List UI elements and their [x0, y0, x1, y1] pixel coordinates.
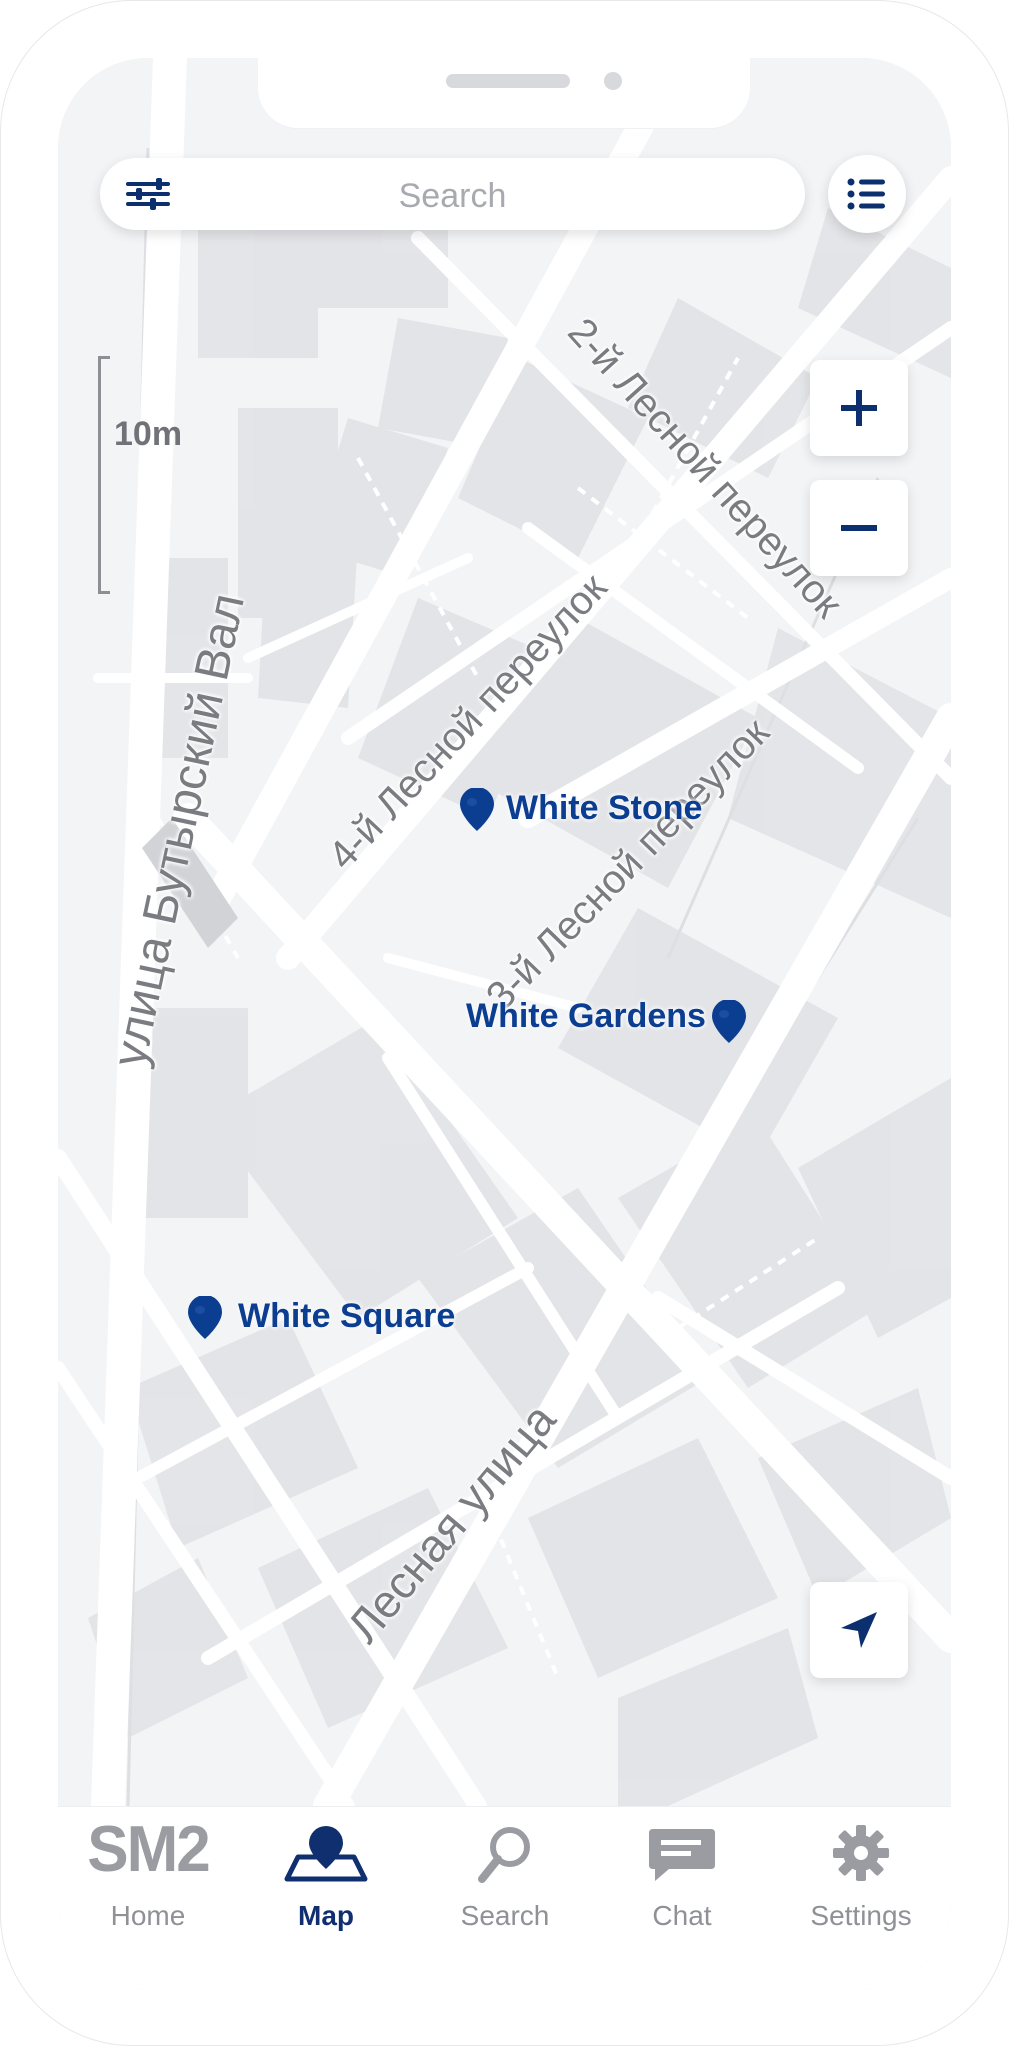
tab-label-chat: Chat — [652, 1900, 712, 1931]
tab-map[interactable]: Map — [237, 1807, 415, 1990]
list-icon — [847, 178, 885, 210]
tab-label-home: Home — [110, 1900, 186, 1931]
location-pin-icon — [712, 1000, 746, 1043]
tab-label-search: Search — [460, 1900, 550, 1931]
marker-label: White Gardens — [466, 997, 706, 1035]
tab-label-map: Map — [298, 1900, 354, 1931]
tab-settings[interactable]: Settings — [772, 1807, 950, 1990]
search-icon — [478, 1827, 530, 1883]
scale-line — [98, 356, 110, 594]
tab-label-settings: Settings — [810, 1900, 912, 1931]
zoom-out-button[interactable] — [810, 480, 908, 576]
gear-icon — [833, 1825, 889, 1881]
tab-chat[interactable]: Chat — [593, 1807, 771, 1990]
phone-notch — [258, 58, 750, 128]
map-pin-icon — [284, 1826, 368, 1882]
zoom-in-button[interactable] — [810, 360, 908, 456]
marker-label: White Square — [238, 1297, 456, 1335]
speaker-grille — [446, 74, 570, 88]
front-camera — [604, 72, 622, 90]
my-location-button[interactable] — [810, 1582, 908, 1678]
location-pin-icon — [460, 788, 494, 831]
phone-screen: 2-й Лесной переулок улица Бутырский Вал … — [58, 58, 951, 1990]
tab-search[interactable]: Search — [416, 1807, 594, 1990]
navigation-arrow-icon — [841, 1612, 877, 1648]
map-scale-label: 10m — [114, 415, 183, 453]
marker-label: White Stone — [506, 789, 703, 827]
sliders-icon[interactable] — [124, 174, 172, 214]
map-scale-bar — [98, 356, 118, 596]
tab-home[interactable]: SM2 Home — [59, 1807, 237, 1990]
map-canvas[interactable] — [58, 58, 951, 1806]
list-view-button[interactable] — [828, 155, 906, 233]
map-search-bar[interactable]: Search — [100, 158, 805, 230]
bottom-tab-bar: SM2 Home Map Search Chat Settings — [58, 1806, 951, 1990]
sm2-logo-icon: SM2 — [87, 1813, 210, 1886]
plus-icon — [841, 390, 877, 426]
location-pin-icon — [188, 1296, 222, 1339]
page: 2-й Лесной переулок улица Бутырский Вал … — [0, 0, 1011, 2048]
minus-icon — [841, 525, 877, 531]
search-input[interactable]: Search — [100, 176, 805, 216]
chat-icon — [649, 1829, 715, 1881]
